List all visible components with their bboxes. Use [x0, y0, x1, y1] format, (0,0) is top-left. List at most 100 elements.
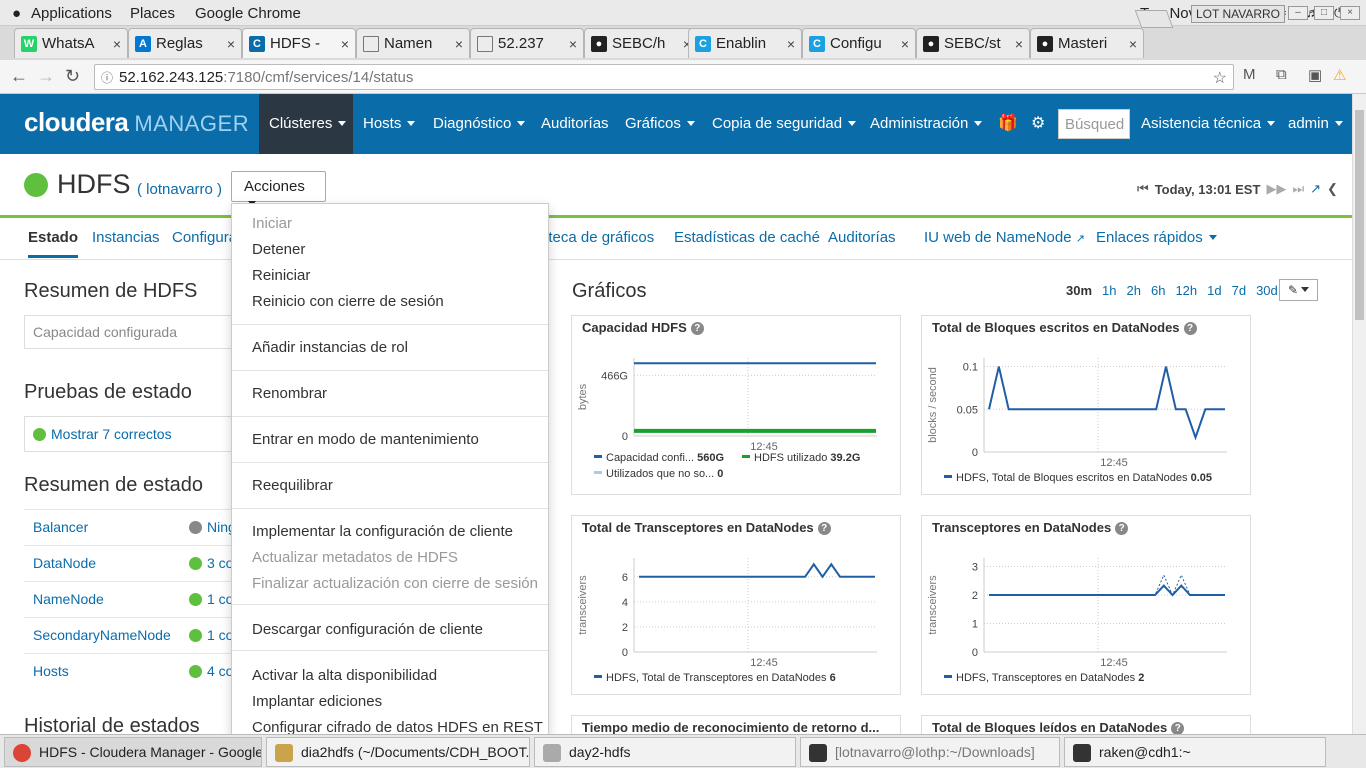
taskbar-item[interactable]: day2-hdfs [534, 737, 796, 767]
scrollbar-thumb[interactable] [1355, 110, 1364, 320]
menu-diagnostics[interactable]: Diagnóstico [433, 94, 526, 154]
skip-end-icon[interactable]: ⏭ [1292, 181, 1304, 197]
browser-tab[interactable]: ● SEBC/h × [584, 28, 698, 58]
close-tab-icon[interactable]: × [107, 36, 121, 52]
maximize-icon[interactable]: □ [1314, 6, 1334, 20]
tab-quick-links[interactable]: Enlaces rápidos [1096, 229, 1217, 246]
chart-icon[interactable]: ↗ [1310, 181, 1321, 197]
tab-chart-library[interactable]: oteca de gráficos [540, 229, 654, 246]
taskbar-item[interactable]: dia2hdfs (~/Documents/CDH_BOOT... [266, 737, 530, 767]
status-row-value[interactable]: 1 co [189, 591, 233, 607]
range-12h[interactable]: 12h [1175, 283, 1197, 298]
forward-icon[interactable]: ▶▶ [1266, 181, 1286, 197]
tab-configuration[interactable]: Configura [172, 229, 237, 246]
status-row-value[interactable]: Ning [189, 519, 236, 535]
browser-tab[interactable]: Namen × [356, 28, 470, 58]
applications-menu[interactable]: Applications [31, 5, 112, 22]
menu-item-reinicio-con-cierre-de-sesi-n[interactable]: Reinicio con cierre de sesión [252, 293, 444, 310]
browser-tab[interactable]: C HDFS - × [242, 28, 356, 58]
menu-item-reequilibrar[interactable]: Reequilibrar [252, 477, 333, 494]
browser-tab[interactable]: C Configu × [802, 28, 916, 58]
taskbar-item[interactable]: [lotnavarro@lothp:~/Downloads] [800, 737, 1060, 767]
status-row-value[interactable]: 3 co [189, 555, 233, 571]
page-scrollbar[interactable] [1352, 94, 1366, 734]
status-row-name[interactable]: Balancer [33, 519, 88, 535]
parcel-icon[interactable]: ⚙ [1031, 94, 1045, 154]
range-1h[interactable]: 1h [1102, 283, 1116, 298]
tab-namenode-web-ui[interactable]: IU web de NameNode ↗ [924, 229, 1085, 246]
close-tab-icon[interactable]: × [335, 36, 349, 52]
range-30d[interactable]: 30d [1256, 283, 1278, 298]
range-30m[interactable]: 30m [1066, 283, 1092, 298]
close-window-icon[interactable]: × [1340, 6, 1360, 20]
menu-administration[interactable]: Administración [870, 94, 983, 154]
menu-charts[interactable]: Gráficos [625, 94, 695, 154]
menu-support[interactable]: Asistencia técnica [1141, 94, 1276, 154]
menu-hosts[interactable]: Hosts [363, 94, 416, 154]
status-row-name[interactable]: SecondaryNameNode [33, 627, 171, 643]
menu-clusters[interactable]: Clústeres [259, 94, 353, 154]
tab-status[interactable]: Estado [28, 229, 79, 258]
browser-tab[interactable]: ● Masteri × [1030, 28, 1144, 58]
extension-icon[interactable]: ⧉ [1276, 66, 1287, 83]
active-app-label[interactable]: Google Chrome [195, 5, 301, 22]
tab-instances[interactable]: Instancias [92, 229, 160, 246]
menu-backup[interactable]: Copia de seguridad [712, 94, 857, 154]
close-tab-icon[interactable]: × [1123, 36, 1137, 52]
taskbar-item[interactable]: raken@cdh1:~ [1064, 737, 1326, 767]
menu-item-detener[interactable]: Detener [252, 241, 305, 258]
back-icon[interactable]: ← [10, 66, 28, 87]
taskbar-item[interactable]: HDFS - Cloudera Manager - Google ... [4, 737, 262, 767]
menu-item-a-adir-instancias-de-rol[interactable]: Añadir instancias de rol [252, 339, 408, 356]
range-1d[interactable]: 1d [1207, 283, 1221, 298]
close-tab-icon[interactable]: × [221, 36, 235, 52]
edit-charts-button[interactable]: ✎ [1279, 279, 1318, 301]
gift-icon[interactable]: 🎁 [998, 94, 1018, 154]
actions-button[interactable]: Acciones [231, 171, 326, 206]
places-menu[interactable]: Places [130, 5, 175, 22]
current-time[interactable]: Today, 13:01 EST [1155, 182, 1261, 197]
range-7d[interactable]: 7d [1232, 283, 1246, 298]
range-6h[interactable]: 6h [1151, 283, 1165, 298]
status-row-value[interactable]: 4 co [189, 663, 233, 679]
range-2h[interactable]: 2h [1127, 283, 1141, 298]
browser-tab[interactable]: ● SEBC/st × [916, 28, 1030, 58]
status-row-value[interactable]: 1 co [189, 627, 233, 643]
search-input[interactable]: Búsqued [1058, 109, 1130, 139]
menu-item-implantar-ediciones[interactable]: Implantar ediciones [252, 693, 382, 710]
bookmark-star-icon[interactable]: ☆ [1213, 68, 1227, 88]
tab-audits[interactable]: Auditorías [828, 229, 896, 246]
cluster-link[interactable]: ( lotnavarro ) [137, 181, 222, 198]
show-passed-tests-link[interactable]: Mostrar 7 correctos [51, 426, 172, 442]
browser-tab[interactable]: A Reglas × [128, 28, 242, 58]
profile-badge[interactable]: LOT NAVARRO [1191, 5, 1286, 23]
menu-user[interactable]: admin [1288, 94, 1343, 154]
close-tab-icon[interactable]: × [1009, 36, 1023, 52]
extension-icon[interactable]: ▣ [1308, 66, 1322, 84]
menu-audits[interactable]: Auditorías [541, 94, 609, 154]
menu-item-descargar-configuraci-n-de-cliente[interactable]: Descargar configuración de cliente [252, 621, 483, 638]
status-row-name[interactable]: Hosts [33, 663, 69, 679]
menu-item-reiniciar[interactable]: Reiniciar [252, 267, 310, 284]
browser-tab[interactable]: 52.237 × [470, 28, 584, 58]
warning-extension-icon[interactable]: ⚠ [1333, 66, 1346, 84]
close-tab-icon[interactable]: × [781, 36, 795, 52]
minimize-icon[interactable]: – [1288, 6, 1308, 20]
gmail-extension-icon[interactable]: M [1243, 66, 1256, 83]
close-tab-icon[interactable]: × [563, 36, 577, 52]
menu-item-entrar-en-modo-de-mantenimiento[interactable]: Entrar en modo de mantenimiento [252, 431, 479, 448]
cloudera-logo[interactable]: cloudera MANAGER [24, 107, 249, 138]
menu-item-renombrar[interactable]: Renombrar [252, 385, 327, 402]
rewind-icon[interactable]: ⏮ [1137, 181, 1149, 197]
status-row-name[interactable]: NameNode [33, 591, 104, 607]
reload-icon[interactable]: ↻ [65, 66, 80, 87]
tab-cache-stats[interactable]: Estadísticas de caché [674, 229, 820, 246]
forward-icon[interactable]: → [37, 66, 55, 87]
status-row-name[interactable]: DataNode [33, 555, 96, 571]
info-icon[interactable]: ⓘ [101, 69, 113, 86]
new-tab-button[interactable] [1134, 10, 1174, 28]
menu-item-activar-la-alta-disponibilidad[interactable]: Activar la alta disponibilidad [252, 667, 437, 684]
close-tab-icon[interactable]: × [449, 36, 463, 52]
address-bar[interactable]: ⓘ 52.162.243.125:7180/cmf/services/14/st… [94, 64, 1234, 90]
browser-tab[interactable]: C Enablin × [688, 28, 802, 58]
